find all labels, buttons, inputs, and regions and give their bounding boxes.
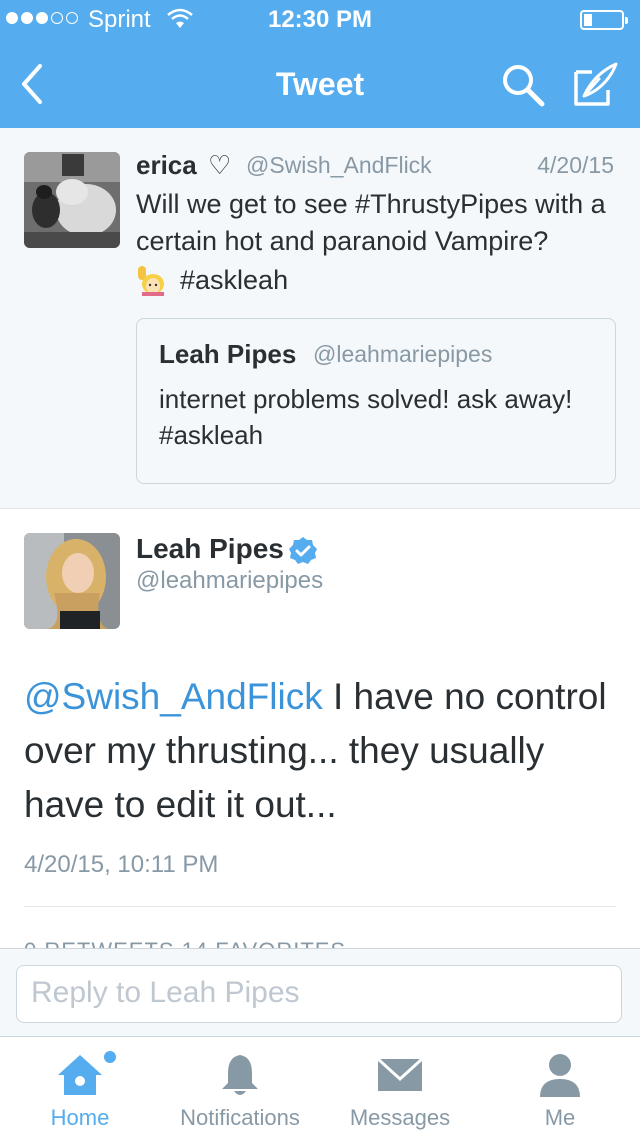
tweet-timestamp: 4/20/15, 10:11 PM	[24, 851, 219, 878]
home-icon	[58, 1055, 102, 1095]
tab-notifications[interactable]: Notifications	[160, 1037, 320, 1137]
bell-icon	[222, 1055, 258, 1095]
embedded-tweet-text: internet problems solved! ask away! #ask…	[159, 384, 573, 450]
battery-icon	[580, 10, 628, 30]
person-icon	[540, 1054, 580, 1097]
tab-label: Notifications	[180, 1105, 300, 1130]
author-name[interactable]: erica	[136, 150, 197, 181]
navigation-bar: Tweet	[0, 40, 640, 128]
tab-label: Messages	[349, 1105, 451, 1130]
tab-bar: Home Notifications Messages Me	[0, 1036, 640, 1137]
embedded-author-handle: @leahmariepipes	[313, 341, 493, 367]
dog-photo-icon	[24, 152, 120, 248]
hashtag-line: #askleah	[136, 264, 288, 296]
author-name[interactable]: Leah Pipes	[136, 533, 284, 565]
author-handle[interactable]: @Swish_AndFlick	[246, 152, 432, 179]
quoted-tweet[interactable]: erica ♡ @Swish_AndFlick 4/20/15 Will we …	[0, 128, 640, 509]
avatar[interactable]	[24, 152, 120, 248]
tab-label: Me	[544, 1105, 576, 1130]
tweet-text: @Swish_AndFlick I have no control over m…	[24, 670, 624, 832]
tab-me[interactable]: Me	[480, 1037, 640, 1137]
verified-badge-icon	[289, 537, 317, 564]
heart-outline-icon: ♡	[208, 150, 232, 180]
search-icon[interactable]	[500, 62, 546, 108]
embedded-tweet-card[interactable]: Leah Pipes @leahmariepipes internet prob…	[136, 318, 616, 484]
notification-dot	[104, 1051, 116, 1063]
avatar[interactable]	[24, 533, 120, 629]
status-time: 12:30 PM	[267, 6, 373, 33]
tweet-date: 4/20/15	[537, 152, 614, 178]
reply-input[interactable]: Reply to Leah Pipes	[16, 965, 622, 1023]
reply-bar: Reply to Leah Pipes	[0, 948, 640, 1037]
author-handle[interactable]: @leahmariepipes	[136, 567, 323, 595]
divider	[24, 906, 616, 907]
tab-label: Home	[50, 1105, 110, 1130]
envelope-icon	[376, 1057, 424, 1091]
status-bar: Sprint 12:30 PM	[0, 0, 640, 40]
embedded-author-name: Leah Pipes	[159, 339, 297, 369]
compose-tweet-icon[interactable]	[572, 60, 620, 108]
tab-home[interactable]: Home	[0, 1037, 160, 1137]
tweet-text: Will we get to see #ThrustyPipes with a …	[136, 189, 606, 256]
mention-link[interactable]: @Swish_AndFlick	[24, 676, 323, 717]
hashtag[interactable]: #askleah	[180, 265, 288, 296]
tab-messages[interactable]: Messages	[320, 1037, 480, 1137]
profile-photo-icon	[24, 533, 120, 629]
top-bar: Sprint 12:30 PM Tweet	[0, 0, 640, 128]
raising-hand-emoji-icon	[138, 266, 164, 296]
